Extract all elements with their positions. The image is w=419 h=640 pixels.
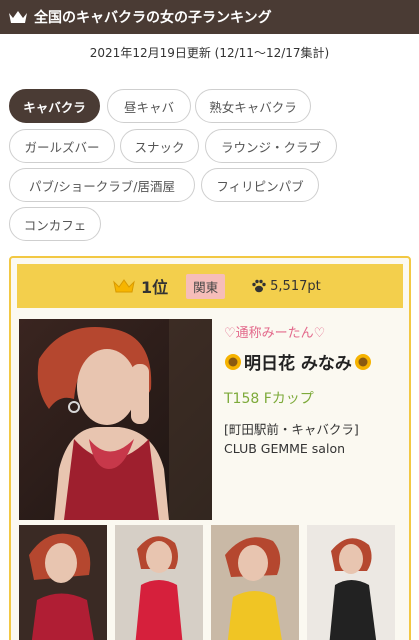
gallery-thumbnail-4[interactable] (307, 525, 395, 640)
gallery-thumbnail-1[interactable] (19, 525, 107, 640)
page-title: 全国のキャバクラの女の子ランキング (34, 10, 272, 26)
rank-bar: 1位 関東 5,517pt (17, 264, 403, 308)
category-chip-mature-cabaret[interactable]: 熟女キャバクラ (195, 89, 311, 123)
profile-info: ♡通称みーたん♡ 明日花 みなみ T158 Fカップ [町田駅前・キャバクラ] … (224, 322, 409, 458)
category-chip-pub[interactable]: パブ/ショークラブ/居酒屋 (9, 168, 195, 202)
update-date: 2021年12月19日更新 (12/11〜12/17集計) (89, 46, 330, 60)
region-badge: 関東 (186, 273, 226, 299)
category-chip-concept-cafe[interactable]: コンカフェ (9, 207, 101, 241)
category-chip-girls-bar[interactable]: ガールズバー (9, 129, 115, 163)
body-spec: T158 Fカップ (224, 391, 314, 407)
crown-icon (113, 279, 135, 293)
sunflower-icon (354, 353, 371, 370)
profile-photo[interactable] (19, 319, 212, 520)
category-chip-snack[interactable]: スナック (120, 129, 199, 163)
gallery-thumbnail-2[interactable] (115, 525, 203, 640)
page-header: 全国のキャバクラの女の子ランキング (0, 0, 419, 34)
rank-number: 1位 (141, 278, 169, 297)
category-chip-cabaret[interactable]: キャバクラ (9, 89, 100, 123)
nickname: ♡通称みーたん♡ (224, 326, 326, 341)
ranking-card[interactable]: 1位 関東 5,517pt ♡通称みーたん♡ 明日花 みなみ T158 Fカップ… (9, 256, 411, 640)
girl-name-row[interactable]: 明日花 みなみ (224, 349, 409, 374)
category-chip-day-cabaret[interactable]: 昼キャバ (107, 89, 191, 123)
shop-name[interactable]: CLUB GEMME salon (224, 439, 409, 458)
sunflower-icon (225, 353, 241, 370)
crown-icon (9, 11, 27, 23)
paw-icon (252, 279, 266, 293)
category-chip-filipino-pub[interactable]: フィリピンパブ (201, 168, 319, 202)
girl-name[interactable]: 明日花 みなみ (244, 349, 352, 374)
gallery-thumbnail-3[interactable] (211, 525, 299, 640)
shop-location[interactable]: [町田駅前・キャバクラ] (224, 420, 409, 439)
category-chip-lounge-club[interactable]: ラウンジ・クラブ (205, 129, 337, 163)
points-value: 5,517pt (270, 278, 321, 294)
